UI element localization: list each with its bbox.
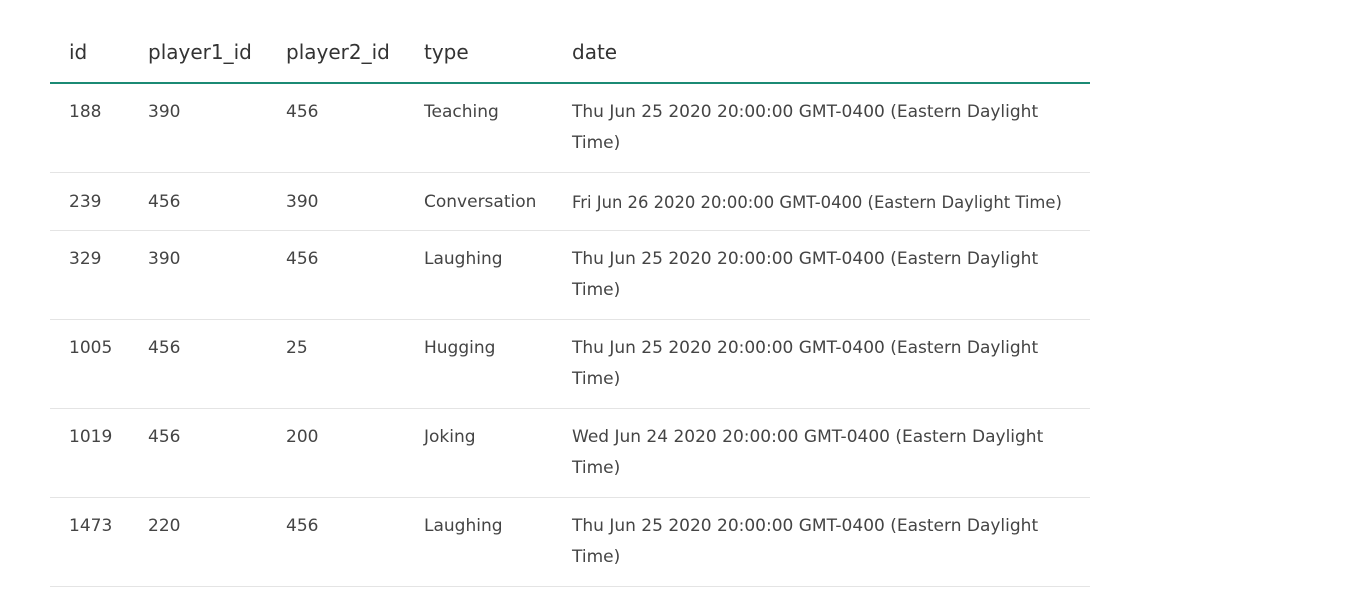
cell-type: Laughing [405,230,553,320]
interactions-table: id player1_id player2_id type date 188 3… [50,30,1090,587]
cell-player2-id: 200 [267,408,405,498]
table-body: 188 390 456 Teaching Thu Jun 25 2020 20:… [50,83,1090,587]
cell-player1-id: 456 [129,172,267,231]
table-row: 188 390 456 Teaching Thu Jun 25 2020 20:… [50,83,1090,173]
cell-date: Thu Jun 25 2020 20:00:00 GMT-0400 (Easte… [553,230,1090,320]
cell-id: 329 [50,230,129,320]
cell-player1-id: 456 [129,408,267,498]
cell-player2-id: 390 [267,172,405,231]
cell-id: 1005 [50,319,129,409]
cell-type: Joking [405,408,553,498]
cell-player1-id: 456 [129,319,267,409]
column-header-player2-id: player2_id [267,30,405,84]
header-row: id player1_id player2_id type date [50,30,1090,84]
cell-id: 239 [50,172,129,231]
cell-player2-id: 456 [267,230,405,320]
table-row: 239 456 390 Conversation Fri Jun 26 2020… [50,172,1090,231]
cell-player2-id: 25 [267,319,405,409]
column-header-date: date [553,30,1090,84]
cell-type: Hugging [405,319,553,409]
table-header: id player1_id player2_id type date [50,30,1090,84]
cell-date: Thu Jun 25 2020 20:00:00 GMT-0400 (Easte… [553,319,1090,409]
column-header-type: type [405,30,553,84]
cell-id: 1473 [50,497,129,587]
table-row: 1473 220 456 Laughing Thu Jun 25 2020 20… [50,497,1090,587]
cell-date: Wed Jun 24 2020 20:00:00 GMT-0400 (Easte… [553,408,1090,498]
cell-id: 1019 [50,408,129,498]
cell-player2-id: 456 [267,83,405,173]
cell-type: Conversation [405,172,553,231]
cell-player1-id: 220 [129,497,267,587]
column-header-id: id [50,30,129,84]
cell-date: Thu Jun 25 2020 20:00:00 GMT-0400 (Easte… [553,497,1090,587]
cell-id: 188 [50,83,129,173]
table-row: 1019 456 200 Joking Wed Jun 24 2020 20:0… [50,408,1090,498]
table-row: 1005 456 25 Hugging Thu Jun 25 2020 20:0… [50,319,1090,409]
column-header-player1-id: player1_id [129,30,267,84]
interactions-table-container: id player1_id player2_id type date 188 3… [50,30,1090,587]
cell-type: Teaching [405,83,553,173]
cell-date: Fri Jun 26 2020 20:00:00 GMT-0400 (Easte… [553,172,1090,231]
cell-date: Thu Jun 25 2020 20:00:00 GMT-0400 (Easte… [553,83,1090,173]
cell-player1-id: 390 [129,83,267,173]
cell-player1-id: 390 [129,230,267,320]
cell-player2-id: 456 [267,497,405,587]
cell-type: Laughing [405,497,553,587]
table-row: 329 390 456 Laughing Thu Jun 25 2020 20:… [50,230,1090,320]
